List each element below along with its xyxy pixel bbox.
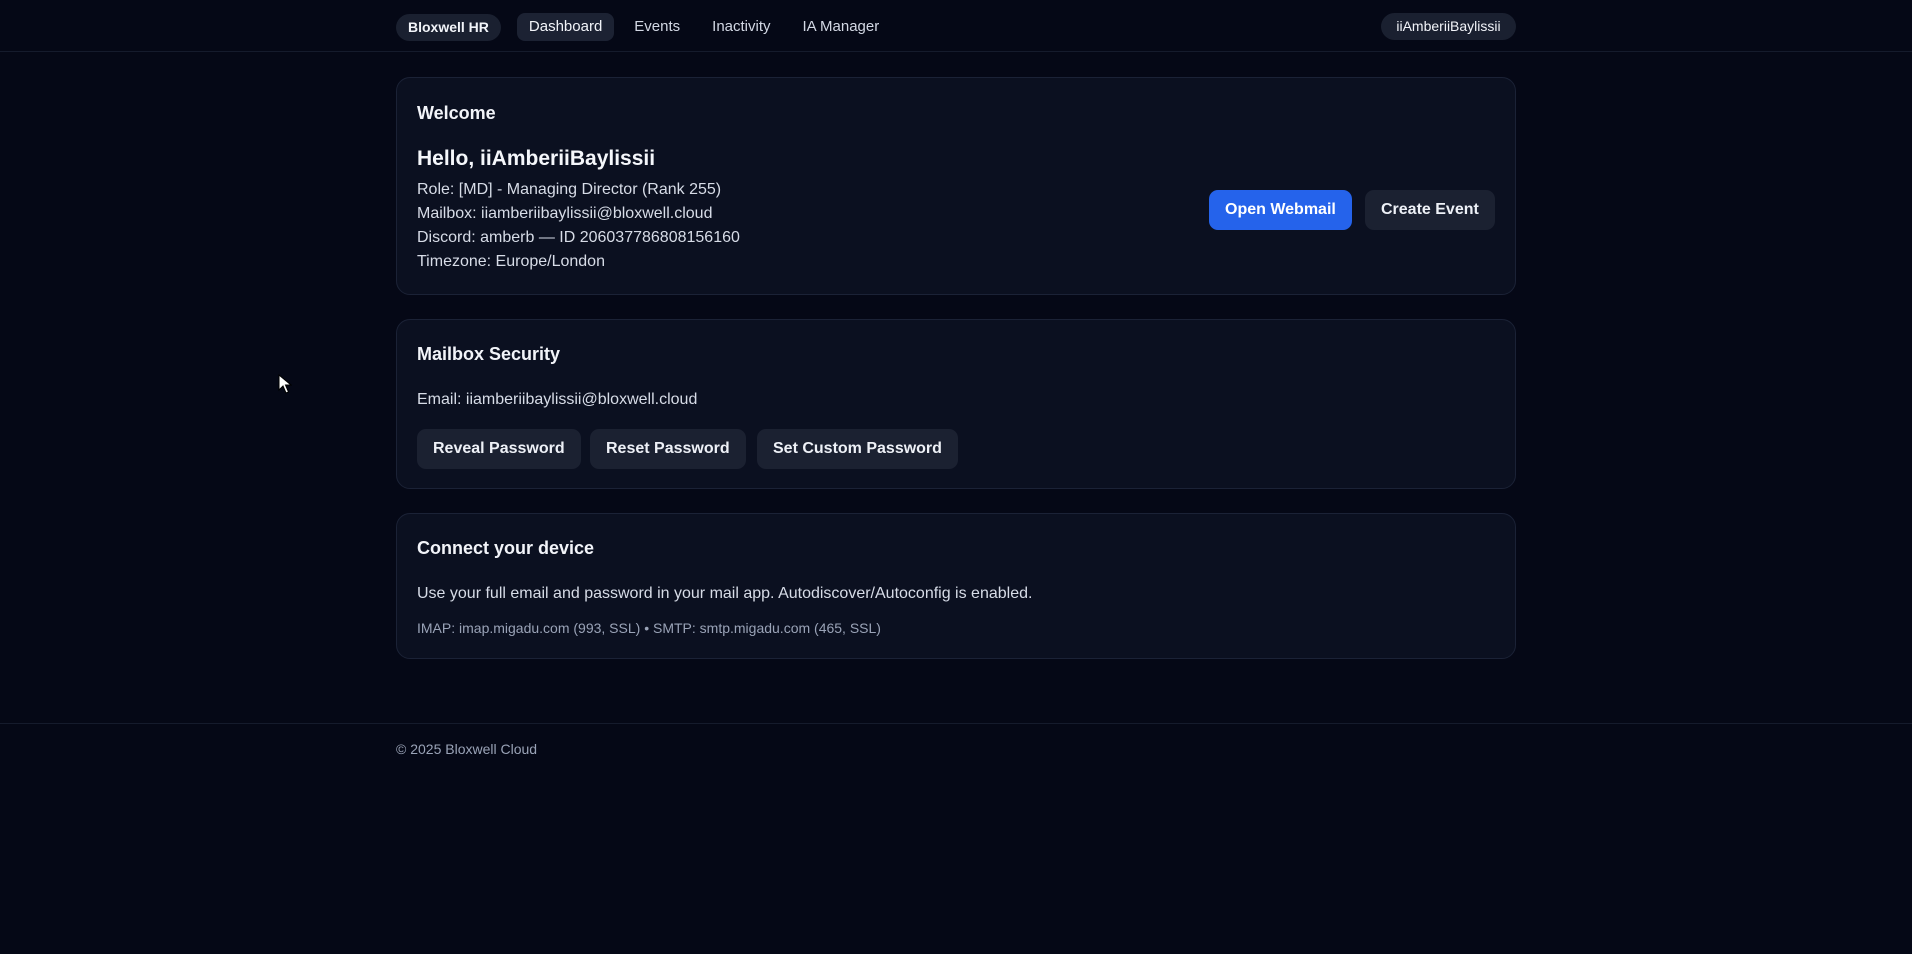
connect-device-title: Connect your device: [417, 538, 595, 558]
top-navigation-bar: Bloxwell HR Dashboard Events Inactivity …: [0, 0, 1912, 52]
footer-divider: [0, 723, 1912, 724]
user-menu-button[interactable]: iiAmberiiBaylissii: [1381, 13, 1516, 40]
reveal-password-button[interactable]: Reveal Password: [417, 429, 581, 469]
welcome-title: Welcome: [417, 103, 496, 123]
discord-text: Discord: amberb — ID 206037786808156160: [417, 229, 740, 246]
set-custom-password-button[interactable]: Set Custom Password: [757, 429, 958, 469]
welcome-card: Welcome Hello, iiAmberiiBaylissii Role: …: [396, 77, 1516, 295]
connect-device-card: Connect your device Use your full email …: [396, 513, 1516, 659]
footer-copyright: © 2025 Bloxwell Cloud: [396, 741, 538, 757]
reset-password-button[interactable]: Reset Password: [590, 429, 746, 469]
greeting: Hello, iiAmberiiBaylissii: [417, 147, 656, 170]
mailbox-text: Mailbox: iiamberiibaylissii@bloxwell.clo…: [417, 205, 713, 222]
connect-device-description: Use your full email and password in your…: [417, 585, 1033, 602]
nav-inactivity[interactable]: Inactivity: [700, 13, 782, 41]
brand-logo[interactable]: Bloxwell HR: [396, 13, 501, 41]
mailbox-security-card: Mailbox Security Email: iiamberiibayliss…: [396, 319, 1516, 489]
nav-ia-manager[interactable]: IA Manager: [791, 13, 892, 41]
server-settings-text: IMAP: imap.migadu.com (993, SSL) • SMTP:…: [417, 620, 881, 636]
main-nav: Bloxwell HR Dashboard Events Inactivity …: [396, 13, 891, 41]
open-webmail-button[interactable]: Open Webmail: [1209, 190, 1352, 230]
role-text: Role: [MD] - Managing Director (Rank 255…: [417, 181, 722, 198]
security-email-text: Email: iiamberiibaylissii@bloxwell.cloud: [417, 391, 698, 408]
create-event-button[interactable]: Create Event: [1365, 190, 1495, 230]
timezone-text: Timezone: Europe/London: [417, 253, 605, 270]
mailbox-security-title: Mailbox Security: [417, 344, 561, 364]
nav-events[interactable]: Events: [622, 13, 692, 41]
nav-dashboard[interactable]: Dashboard: [516, 13, 615, 41]
mouse-cursor-icon: [278, 374, 292, 394]
